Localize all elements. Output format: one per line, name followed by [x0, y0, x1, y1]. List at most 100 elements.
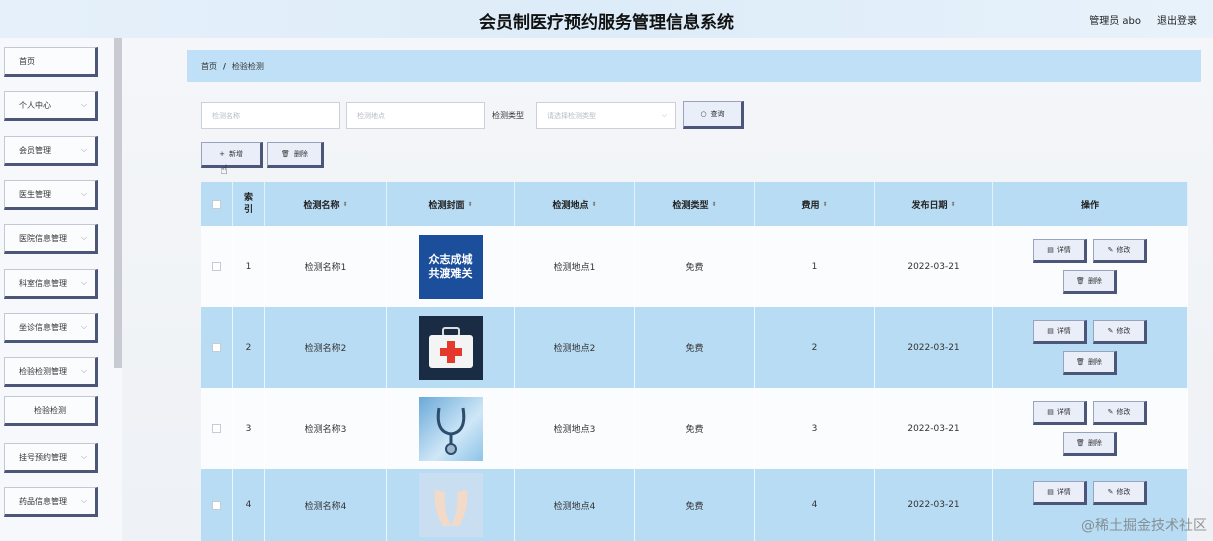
batch-delete-button[interactable]: 🗑 删除 — [267, 142, 324, 168]
detail-label: 详情 — [1056, 408, 1071, 416]
header-location[interactable]: 检测地点 ⬍ — [515, 182, 635, 226]
row-checkbox[interactable] — [212, 262, 221, 271]
detail-label: 详情 — [1056, 246, 1071, 254]
row-index: 3 — [233, 388, 265, 469]
header-name-label: 检测名称 — [303, 200, 340, 211]
watermark-text: @稀土掘金技术社区 — [1081, 518, 1207, 534]
row-actions: ▤ 详情 ✎ 修改 🗑 删除 — [993, 307, 1188, 388]
detail-icon: ▤ — [1047, 327, 1054, 335]
edit-button[interactable]: ✎ 修改 — [1093, 239, 1147, 263]
sort-icon: ⬍ — [822, 200, 828, 208]
test-name-placeholder: 检测名称 — [212, 111, 240, 120]
delete-button[interactable]: 🗑 删除 — [1063, 432, 1117, 456]
header-actions-label: 操作 — [1080, 200, 1099, 211]
row-date: 2022-03-21 — [875, 388, 993, 469]
sidebar-item-label: 医院信息管理 — [19, 233, 67, 243]
sidebar-item-home[interactable]: 首页 — [4, 47, 98, 77]
delete-button[interactable]: 🗑 删除 — [1063, 270, 1117, 294]
trash-icon: 🗑 — [1076, 439, 1085, 447]
row-select-cell — [201, 388, 233, 469]
header-date-label: 发布日期 — [911, 200, 948, 211]
cover-image[interactable] — [418, 315, 483, 380]
header-fee[interactable]: 费用 ⬍ — [755, 182, 875, 226]
cover-image[interactable] — [418, 396, 483, 461]
edit-button[interactable]: ✎ 修改 — [1093, 401, 1147, 425]
detail-button[interactable]: ▤ 详情 — [1033, 401, 1087, 425]
test-type-select[interactable]: 请选择检测类型 ⌵ — [536, 102, 676, 129]
edit-icon: ✎ — [1107, 488, 1114, 496]
row-select-cell — [201, 307, 233, 388]
test-location-placeholder: 检测地点 — [357, 111, 385, 120]
sidebar-subitem-testing[interactable]: 检验检测 — [4, 396, 98, 426]
test-name-input[interactable]: 检测名称 — [201, 102, 340, 129]
logout-link[interactable]: 退出登录 — [1157, 12, 1197, 27]
admin-user-link[interactable]: 管理员 abo — [1089, 12, 1141, 27]
row-select-cell — [201, 469, 233, 541]
sidebar-item-personal-center[interactable]: 个人中心 ⌵ — [4, 91, 98, 121]
sidebar-item-members[interactable]: 会员管理 ⌵ — [4, 136, 98, 166]
top-right-links: 管理员 abo 退出登录 — [1089, 12, 1197, 27]
edit-button[interactable]: ✎ 修改 — [1093, 320, 1147, 344]
cover-image[interactable] — [418, 473, 483, 537]
table-row: 2 检测名称2 检测地点2 免费 2 2022-03-21 ▤ 详情 ✎ 修改 🗑 删… — [201, 307, 1188, 388]
sidebar-item-department-info[interactable]: 科室信息管理 ⌵ — [4, 269, 98, 299]
header-type[interactable]: 检测类型 ⬍ — [635, 182, 755, 226]
sidebar-item-testing-management[interactable]: 检验检测管理 ⌵ — [4, 357, 98, 387]
sidebar-item-label: 检验检测管理 — [19, 366, 67, 376]
detail-label: 详情 — [1056, 327, 1071, 335]
header-type-label: 检测类型 — [672, 200, 709, 211]
sort-icon: ⬍ — [591, 200, 597, 208]
sort-icon: ⬍ — [467, 200, 473, 208]
sort-icon: ⬍ — [342, 200, 348, 208]
table-row: 3 检测名称3 检测地点3 免费 3 2022-03-21 ▤ 详情 ✎ 修改 🗑 删… — [201, 388, 1188, 469]
header-cover[interactable]: 检测封面 ⬍ — [387, 182, 515, 226]
sidebar-item-hospital-info[interactable]: 医院信息管理 ⌵ — [4, 224, 98, 254]
sidebar-item-label: 挂号预约管理 — [19, 452, 67, 462]
add-button-label: 新增 — [228, 150, 243, 158]
detail-icon: ▤ — [1047, 408, 1054, 416]
delete-button[interactable]: 🗑 删除 — [1063, 351, 1117, 375]
cover-text-line: 共渡难关 — [428, 266, 473, 280]
query-button[interactable]: ○ 查询 — [683, 101, 744, 129]
row-index: 2 — [233, 307, 265, 388]
row-fee: 2 — [755, 307, 875, 388]
sidebar-scrollbar[interactable] — [114, 38, 122, 368]
delete-label: 删除 — [1087, 439, 1102, 447]
row-type: 免费 — [635, 469, 755, 541]
detail-button[interactable]: ▤ 详情 — [1033, 320, 1087, 344]
edit-icon: ✎ — [1107, 246, 1114, 254]
sidebar-item-doctors[interactable]: 医生管理 ⌵ — [4, 180, 98, 210]
query-button-label: 查询 — [710, 110, 725, 118]
row-location: 检测地点2 — [515, 307, 635, 388]
sidebar-item-label: 首页 — [19, 56, 35, 66]
cover-text-line: 众志成城 — [428, 252, 473, 266]
select-all-checkbox[interactable] — [212, 199, 221, 209]
row-checkbox[interactable] — [212, 424, 221, 433]
edit-label: 修改 — [1116, 246, 1131, 254]
cover-image[interactable]: 众志成城 共渡难关 — [418, 234, 483, 299]
row-cover — [387, 307, 515, 388]
header-date[interactable]: 发布日期 ⬍ — [875, 182, 993, 226]
batch-delete-label: 删除 — [293, 150, 308, 158]
sidebar-item-medicine-info[interactable]: 药品信息管理 ⌵ — [4, 487, 98, 517]
test-location-input[interactable]: 检测地点 — [346, 102, 485, 129]
row-checkbox[interactable] — [212, 343, 221, 352]
breadcrumb-home[interactable]: 首页 — [201, 61, 217, 72]
row-checkbox[interactable] — [212, 500, 221, 510]
detail-button[interactable]: ▤ 详情 — [1033, 239, 1087, 263]
sort-icon: ⬍ — [950, 200, 956, 208]
sidebar-item-clinic-info[interactable]: 坐诊信息管理 ⌵ — [4, 313, 98, 343]
edit-button[interactable]: ✎ 修改 — [1093, 481, 1147, 505]
select-all-cell — [201, 182, 233, 226]
detail-button[interactable]: ▤ 详情 — [1033, 481, 1087, 505]
header-index-label: 索引 — [243, 193, 253, 215]
header-name[interactable]: 检测名称 ⬍ — [265, 182, 387, 226]
breadcrumb: 首页 / 检验检测 — [187, 50, 1201, 82]
chevron-down-icon: ⌵ — [80, 100, 87, 109]
row-cover: 众志成城 共渡难关 — [387, 226, 515, 307]
row-index: 1 — [233, 226, 265, 307]
row-date: 2022-03-21 — [875, 469, 993, 541]
add-button[interactable]: + 新增 — [201, 142, 263, 168]
edit-icon: ✎ — [1107, 327, 1114, 335]
sidebar-item-appointments[interactable]: 挂号预约管理 ⌵ — [4, 443, 98, 473]
